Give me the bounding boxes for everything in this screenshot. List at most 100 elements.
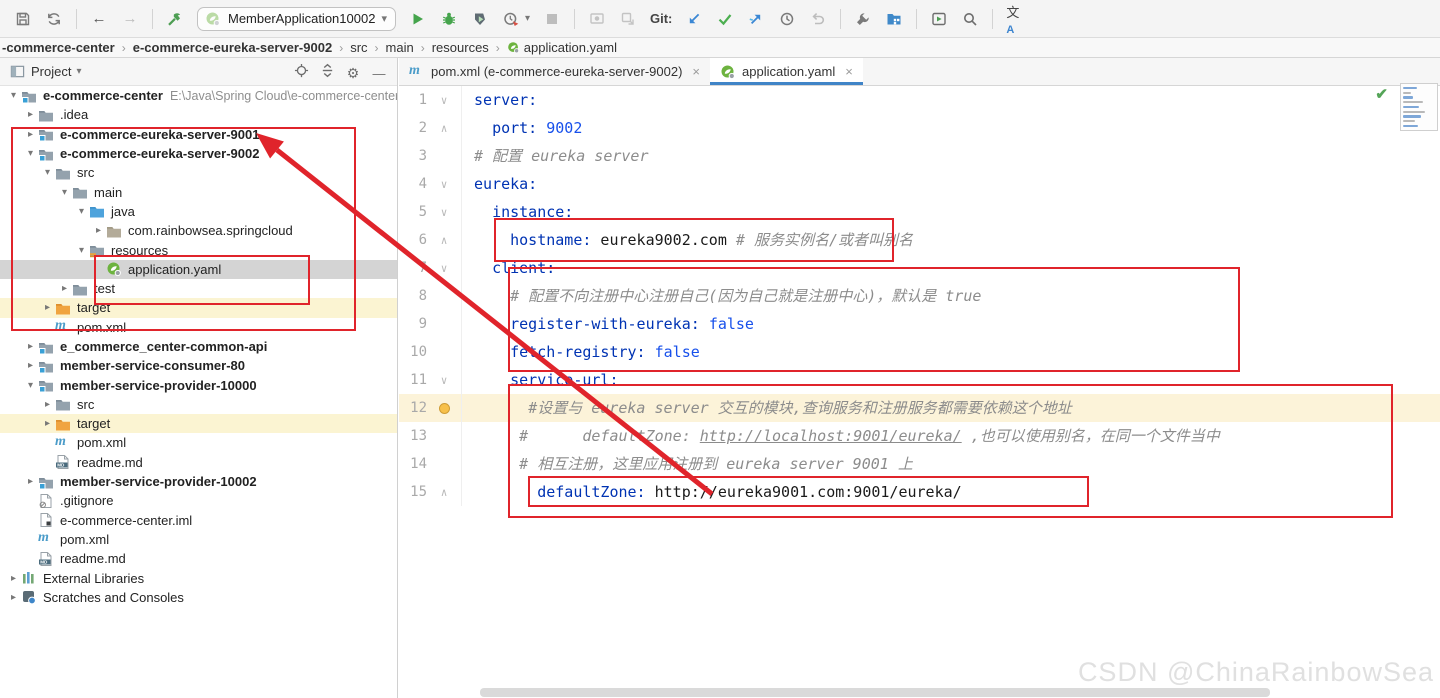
tree-chevron-down-icon[interactable]: ▾ [40, 167, 55, 178]
code-line-10[interactable]: 10 fetch-registry: false [399, 338, 1440, 366]
tree-chevron-down-icon[interactable]: ▾ [6, 90, 21, 101]
tree-item-e-commerce-center[interactable]: ▾ e-commerce-center E:\Java\Spring Cloud\e… [0, 86, 397, 105]
tree-chevron-right-icon[interactable]: ▸ [23, 129, 38, 140]
tree-chevron-right-icon[interactable]: ▸ [91, 225, 106, 236]
tree-chevron-down-icon[interactable]: ▾ [23, 380, 38, 391]
search-everywhere-icon[interactable] [961, 10, 979, 28]
code-line-15[interactable]: 15 ∧ defaultZone: http://eureka9001.com:9… [399, 478, 1440, 506]
tree-item-resources[interactable]: ▾ resources [0, 240, 397, 259]
hide-panel-icon[interactable]: — [369, 63, 389, 83]
tree-chevron-right-icon[interactable]: ▸ [40, 302, 55, 313]
tree-item--idea[interactable]: ▸ .idea [0, 105, 397, 124]
tree-item-application-yaml[interactable]: application.yaml [0, 259, 397, 279]
collapse-all-icon[interactable] [317, 60, 337, 80]
editor-tab-application-yaml[interactable]: application.yaml × [710, 58, 863, 85]
tree-chevron-right-icon[interactable]: ▸ [40, 399, 55, 410]
editor-tab-pom-xml[interactable]: m pom.xml (e-commerce-eureka-server-9002)… [399, 58, 710, 85]
run-anything-icon[interactable] [930, 10, 948, 28]
fold-open-icon[interactable]: ∨ [441, 206, 448, 219]
tree-item-java[interactable]: ▾ java [0, 202, 397, 221]
tree-item-e-commerce-eureka-server-9001[interactable]: ▸ e-commerce-eureka-server-9001 [0, 125, 397, 144]
tree-item-target[interactable]: ▸ target [0, 298, 397, 318]
close-icon[interactable]: × [845, 64, 853, 79]
debug-bug-icon[interactable] [440, 10, 458, 28]
code-line-3[interactable]: 3 # 配置 eureka server [399, 142, 1440, 170]
breadcrumb-item[interactable]: -commerce-center [2, 40, 115, 55]
chevron-down-icon[interactable]: ▾ [525, 13, 530, 24]
tree-chevron-right-icon[interactable]: ▸ [57, 283, 72, 294]
tree-item-pom-xml[interactable]: m pom.xml [0, 433, 397, 452]
code-editor[interactable]: 1 ∨ server: 2 ∧ port: 9002 3 # 配置 eureka serve… [399, 86, 1440, 698]
fold-open-icon[interactable]: ∨ [441, 94, 448, 107]
fold-open-icon[interactable]: ∨ [441, 374, 448, 387]
breadcrumb-item[interactable]: main [386, 40, 414, 55]
tree-item-e-commerce-eureka-server-9002[interactable]: ▾ e-commerce-eureka-server-9002 [0, 144, 397, 163]
intention-bulb-icon[interactable] [438, 402, 450, 414]
code-line-1[interactable]: 1 ∨ server: [399, 86, 1440, 114]
run-play-icon[interactable] [409, 10, 427, 28]
tree-chevron-right-icon[interactable]: ▸ [23, 341, 38, 352]
tree-item-main[interactable]: ▾ main [0, 182, 397, 201]
locate-icon[interactable] [291, 60, 311, 80]
tree-item-readme-md[interactable]: MD readme.md [0, 453, 397, 472]
tree-item-readme-md[interactable]: MD readme.md [0, 549, 397, 568]
project-structure-icon[interactable] [885, 10, 903, 28]
stop-icon[interactable] [543, 10, 561, 28]
tree-chevron-down-icon[interactable]: ▾ [74, 206, 89, 217]
attach-process-icon[interactable] [588, 10, 606, 28]
tree-chevron-right-icon[interactable]: ▸ [40, 418, 55, 429]
code-line-14[interactable]: 14 # 相互注册，这里应用注册到 eureka server 9001 上 [399, 450, 1440, 478]
breadcrumb-item[interactable]: application.yaml [507, 40, 617, 55]
horizontal-scrollbar[interactable] [480, 688, 1270, 697]
back-icon[interactable]: ← [90, 10, 108, 28]
project-panel-title[interactable]: Project [31, 64, 71, 79]
inspections-ok-icon[interactable]: ✔ [1375, 85, 1388, 103]
sync-icon[interactable] [45, 10, 63, 28]
save-icon[interactable] [14, 10, 32, 28]
run-coverage-icon[interactable] [471, 10, 489, 28]
git-commit-icon[interactable] [716, 10, 734, 28]
tree-item-member-service-consumer-80[interactable]: ▸ member-service-consumer-80 [0, 356, 397, 375]
code-line-12[interactable]: 12 #设置与 eureka server 交互的模块,查询服务和注册服务都需要… [399, 394, 1440, 422]
settings-wrench-icon[interactable] [854, 10, 872, 28]
fold-open-icon[interactable]: ∨ [441, 178, 448, 191]
code-line-8[interactable]: 8 # 配置不向注册中心注册自己(因为自己就是注册中心)，默认是 true [399, 282, 1440, 310]
tree-chevron-right-icon[interactable]: ▸ [23, 360, 38, 371]
tree-chevron-down-icon[interactable]: ▾ [74, 245, 89, 256]
tree-item-com-rainbowsea-springcloud[interactable]: ▸ com.rainbowsea.springcloud [0, 221, 397, 240]
tree-chevron-right-icon[interactable]: ▸ [23, 476, 38, 487]
tree-item-pom-xml[interactable]: m pom.xml [0, 530, 397, 549]
build-hammer-icon[interactable] [166, 10, 184, 28]
tree-item-member-service-provider-10000[interactable]: ▾ member-service-provider-10000 [0, 375, 397, 394]
forward-icon[interactable]: → [121, 10, 139, 28]
tree-item-member-service-provider-10002[interactable]: ▸ member-service-provider-10002 [0, 472, 397, 491]
dependencies-icon[interactable] [619, 10, 637, 28]
breadcrumb-item[interactable]: e-commerce-eureka-server-9002 [133, 40, 332, 55]
tree-item-pom-xml[interactable]: m pom.xml [0, 318, 397, 337]
tree-chevron-right-icon[interactable]: ▸ [6, 592, 21, 603]
run-config-select[interactable]: MemberApplication10002 ▾ [197, 6, 396, 31]
code-line-7[interactable]: 7 ∨ client: [399, 254, 1440, 282]
chevron-down-icon[interactable]: ▾ [381, 12, 387, 25]
code-line-11[interactable]: 11 ∨ service-url: [399, 366, 1440, 394]
tree-item-src[interactable]: ▾ src [0, 163, 397, 182]
git-update-icon[interactable] [685, 10, 703, 28]
tree-item--gitignore[interactable]: .gitignore [0, 491, 397, 510]
translate-icon[interactable]: 文A [1006, 5, 1024, 36]
breadcrumb-item[interactable]: src [350, 40, 367, 55]
history-icon[interactable] [778, 10, 796, 28]
profiler-icon[interactable] [502, 10, 520, 28]
code-line-4[interactable]: 4 ∨ eureka: [399, 170, 1440, 198]
chevron-down-icon[interactable]: ▾ [76, 66, 81, 77]
tree-item-test[interactable]: ▸ test [0, 279, 397, 298]
fold-close-icon[interactable]: ∧ [441, 122, 448, 135]
fold-open-icon[interactable]: ∨ [441, 262, 448, 275]
settings-gear-icon[interactable]: ⚙ [343, 63, 363, 83]
code-line-9[interactable]: 9 register-with-eureka: false [399, 310, 1440, 338]
tree-item-src[interactable]: ▸ src [0, 395, 397, 414]
tree-chevron-down-icon[interactable]: ▾ [57, 187, 72, 198]
breadcrumb-item[interactable]: resources [432, 40, 489, 55]
tree-item-e-commerce-center-common-api[interactable]: ▸ e_commerce_center-common-api [0, 337, 397, 356]
fold-close-icon[interactable]: ∧ [441, 486, 448, 499]
tree-item-external-libraries[interactable]: ▸ External Libraries [0, 568, 397, 587]
